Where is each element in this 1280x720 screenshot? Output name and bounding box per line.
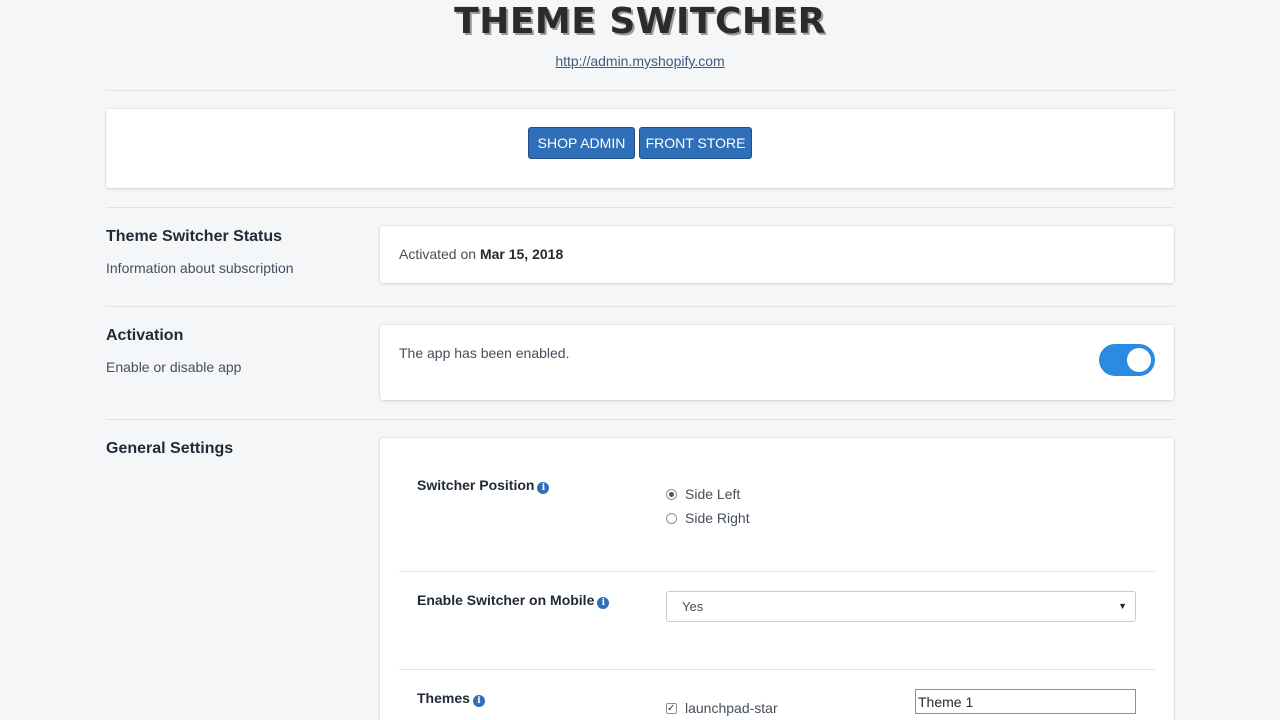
switcher-position-label: Switcher Position i <box>417 477 550 494</box>
status-card: Activated on Mar 15, 2018 <box>380 226 1174 283</box>
theme-display-name-input[interactable] <box>915 689 1136 714</box>
mobile-select[interactable]: Yes ▼ <box>666 591 1136 622</box>
header-divider <box>106 90 1174 91</box>
actions-card: SHOP ADMIN FRONT STORE <box>106 109 1174 188</box>
store-link[interactable]: http://admin.myshopify.com <box>0 52 1280 70</box>
activated-text: Activated on Mar 15, 2018 <box>399 246 563 262</box>
activated-prefix: Activated on <box>399 246 477 262</box>
status-section-title: Theme Switcher Status <box>106 228 283 245</box>
section-divider <box>106 419 1174 420</box>
enable-app-toggle[interactable] <box>1099 344 1155 376</box>
activation-section-description: Enable or disable app <box>106 359 242 375</box>
themes-label-text: Themes <box>417 690 470 706</box>
dropdown-arrow-icon: ▼ <box>1118 601 1127 611</box>
mobile-label-text: Enable Switcher on Mobile <box>417 592 595 608</box>
app-title: THEME SWITCHER <box>454 1 826 42</box>
shop-admin-button[interactable]: SHOP ADMIN <box>528 127 635 159</box>
info-icon[interactable]: i <box>537 482 550 494</box>
status-section-description: Information about subscription <box>106 260 294 276</box>
field-divider <box>399 571 1155 572</box>
field-divider <box>399 669 1155 670</box>
radio-side-right-label: Side Right <box>685 510 750 526</box>
toggle-knob <box>1127 348 1151 372</box>
theme-name: launchpad-star <box>685 700 778 716</box>
info-icon[interactable]: i <box>472 695 485 707</box>
mobile-label: Enable Switcher on Mobile i <box>417 592 610 609</box>
section-divider <box>106 306 1174 307</box>
radio-side-left-label: Side Left <box>685 486 741 502</box>
activation-message: The app has been enabled. <box>399 345 570 361</box>
section-divider <box>106 207 1174 208</box>
activation-card: The app has been enabled. <box>380 325 1174 400</box>
theme-checkbox-row[interactable]: launchpad-star <box>666 700 778 717</box>
radio-button-checked[interactable] <box>666 489 677 500</box>
general-settings-title: General Settings <box>106 440 234 457</box>
radio-button[interactable] <box>666 513 677 524</box>
radio-side-right[interactable]: Side Right <box>666 509 750 527</box>
themes-label: Themes i <box>417 690 485 707</box>
switcher-position-label-text: Switcher Position <box>417 477 535 493</box>
mobile-select-value: Yes <box>682 599 704 614</box>
radio-side-left[interactable]: Side Left <box>666 485 740 503</box>
front-store-button[interactable]: FRONT STORE <box>639 127 752 159</box>
theme-checkbox[interactable] <box>666 701 677 717</box>
activated-date: Mar 15, 2018 <box>479 246 564 262</box>
general-settings-card: Switcher Position i Side Left Side Right … <box>380 438 1174 720</box>
info-icon[interactable]: i <box>597 597 610 609</box>
activation-section-title: Activation <box>106 327 184 344</box>
